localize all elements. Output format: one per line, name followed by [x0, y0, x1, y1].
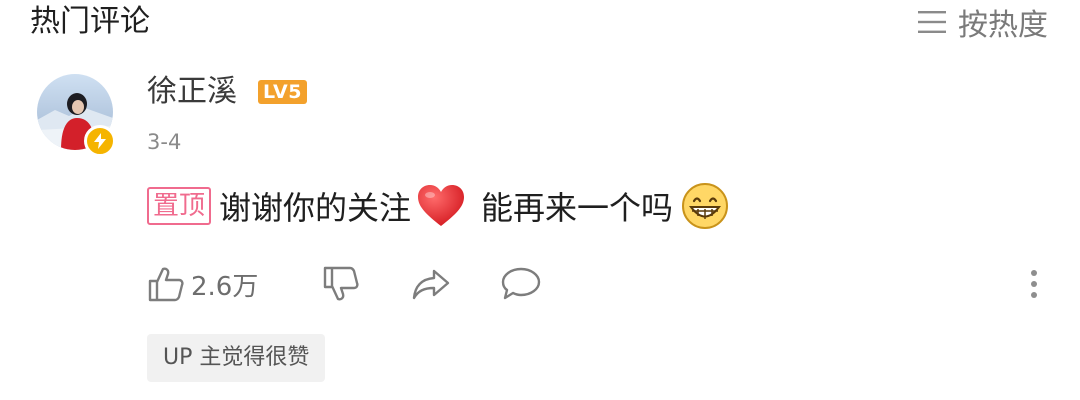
speech-bubble-icon — [501, 267, 541, 300]
sort-label: 按热度 — [958, 8, 1048, 43]
up-liked-badge: UP 主觉得很赞 — [147, 334, 326, 382]
comment-actions: 2.6万 — [147, 262, 542, 306]
thumbs-down-icon — [323, 266, 359, 301]
menu-lines-icon — [918, 11, 946, 33]
vertical-dots-icon — [1031, 270, 1037, 276]
comment-date: 3-4 — [147, 130, 182, 154]
pinned-tag: 置顶 — [147, 187, 212, 225]
more-options-button[interactable] — [1024, 264, 1044, 304]
share-arrow-icon — [412, 269, 450, 300]
like-button[interactable]: 2.6万 — [147, 265, 297, 303]
verified-lightning-icon — [84, 125, 116, 157]
level-badge: LV5 — [258, 80, 307, 104]
username[interactable]: 徐正溪 — [147, 72, 237, 112]
grinning-face-emoji-icon — [682, 183, 729, 229]
thumbs-up-icon — [148, 267, 184, 302]
comment-text-part2: 能再来一个吗 — [481, 189, 674, 227]
heart-emoji-icon — [418, 185, 465, 226]
share-button[interactable] — [410, 265, 500, 303]
comment-text-part1: 谢谢你的关注 — [219, 189, 412, 227]
comment-text: 置顶 谢谢你的关注 能再来一个吗 — [147, 176, 729, 236]
sort-by-popularity-button[interactable]: 按热度 — [918, 2, 1048, 43]
section-title: 热门评论 — [30, 4, 150, 39]
dislike-button[interactable] — [322, 265, 410, 303]
like-count: 2.6万 — [191, 271, 259, 302]
reply-button[interactable] — [500, 265, 542, 303]
